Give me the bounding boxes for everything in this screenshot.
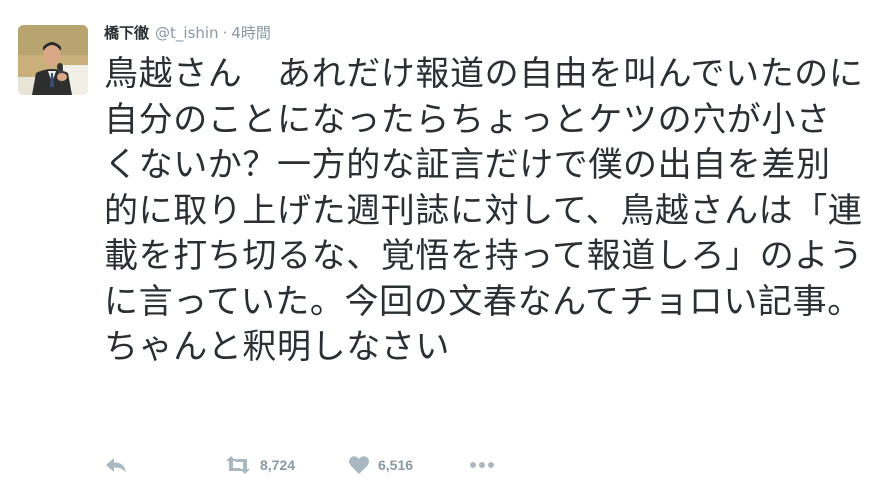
more-dots-icon: [468, 455, 496, 475]
reply-icon: [104, 455, 128, 475]
tweet-header: 橋下徹 @t_ishin · 4時間: [104, 22, 271, 44]
separator-dot: ·: [222, 24, 228, 42]
author-handle[interactable]: @t_ishin: [155, 24, 219, 42]
tweet-text: 鳥越さん あれだけ報道の自由を叫んでいたのに自分のことになったらちょっとケツの穴…: [104, 54, 864, 367]
retweet-icon: [224, 455, 252, 475]
tweet-actions: 8,724 6,516: [104, 451, 496, 479]
author-name[interactable]: 橋下徹: [104, 24, 149, 42]
more-button[interactable]: [468, 455, 496, 475]
like-count: 6,516: [378, 457, 414, 473]
avatar-photo: [18, 25, 88, 95]
retweet-button[interactable]: 8,724: [224, 455, 348, 475]
retweet-count: 8,724: [260, 457, 296, 473]
timestamp[interactable]: 4時間: [231, 24, 271, 42]
avatar[interactable]: [18, 25, 88, 95]
reply-button[interactable]: [104, 455, 224, 475]
heart-icon: [348, 455, 370, 475]
tweet-card: 橋下徹 @t_ishin · 4時間 鳥越さん あれだけ報道の自由を叫んでいたのに自分…: [0, 0, 896, 502]
like-button[interactable]: 6,516: [348, 455, 468, 475]
